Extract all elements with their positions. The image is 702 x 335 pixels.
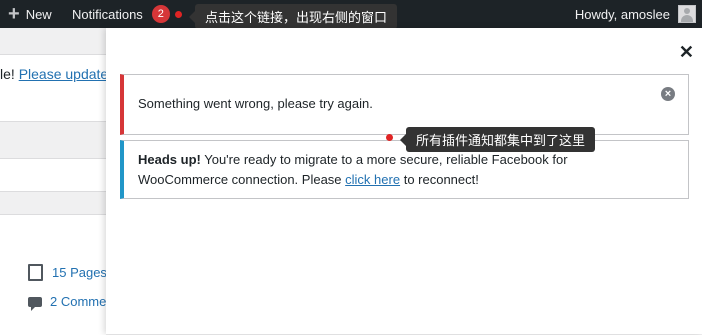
- howdy-text: Howdy, amoslee: [574, 6, 670, 22]
- new-label: New: [25, 6, 52, 22]
- close-icon[interactable]: ✕: [679, 42, 694, 63]
- info-notice-tail: to reconnect!: [403, 172, 479, 187]
- click-here-link[interactable]: click here: [345, 172, 400, 187]
- heads-up-label: Heads up!: [138, 152, 201, 167]
- update-warning: le! Please update: [0, 66, 108, 82]
- info-notice-text: Heads up! You're ready to migrate to a m…: [138, 150, 638, 190]
- dashboard-strip: [0, 158, 106, 192]
- notifications-label: Notifications: [72, 6, 143, 22]
- annotation-tooltip-link: 点击这个链接，出现右侧的窗口: [188, 4, 398, 29]
- annotation-dot-link: [175, 11, 182, 18]
- error-notice: Something went wrong, please try again. …: [120, 74, 689, 135]
- comments-icon: [28, 296, 42, 311]
- pages-count: 15 Pages: [52, 265, 107, 280]
- new-content-menu[interactable]: + New: [8, 0, 52, 28]
- dismiss-icon[interactable]: ×: [661, 87, 675, 101]
- notifications-link[interactable]: Notifications 2: [72, 0, 170, 28]
- annotation-dot-panel: [386, 134, 393, 141]
- pages-count-link[interactable]: 15 Pages: [28, 264, 107, 281]
- my-account-menu[interactable]: Howdy, amoslee: [575, 0, 696, 28]
- notifications-count-badge: 2: [151, 5, 170, 23]
- info-notice: Heads up! You're ready to migrate to a m…: [120, 140, 689, 199]
- avatar: [678, 5, 696, 23]
- update-warning-prefix: le!: [0, 66, 15, 82]
- please-update-link[interactable]: Please update: [19, 66, 109, 82]
- pages-icon: [28, 264, 43, 281]
- update-notice-strip: [0, 54, 106, 122]
- notifications-panel: ✕ Something went wrong, please try again…: [106, 28, 702, 334]
- plus-icon: +: [8, 3, 20, 25]
- annotation-tooltip-panel: 所有插件通知都集中到了这里: [399, 127, 596, 152]
- dashboard-background: le! Please update 15 Pages 2 Comments: [0, 28, 124, 335]
- error-notice-text: Something went wrong, please try again.: [138, 96, 373, 111]
